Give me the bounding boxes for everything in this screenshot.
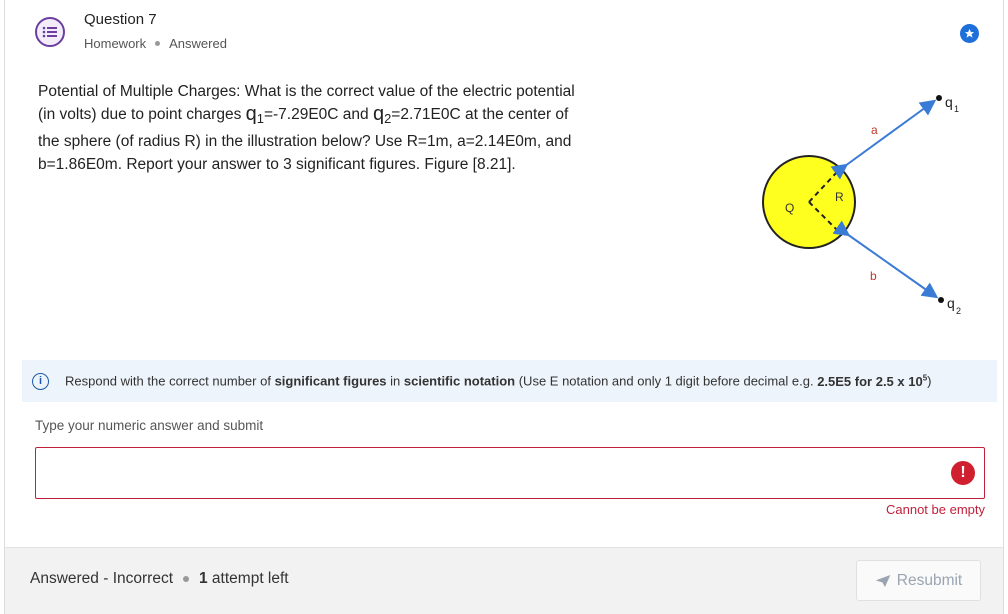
q2-symbol: q xyxy=(372,103,385,125)
info-close: ) xyxy=(927,373,932,389)
charge-figure: Q R a b q 1 q 2 xyxy=(757,84,987,324)
answer-label: Type your numeric answer and submit xyxy=(35,418,264,433)
label-a: a xyxy=(871,123,878,137)
info-example-text: 2.5E5 for 2.5 x 10 xyxy=(817,373,923,389)
send-icon xyxy=(875,574,891,587)
charge-q2-dot xyxy=(938,297,944,303)
error-message: Cannot be empty xyxy=(885,502,985,517)
question-title: Question 7 xyxy=(84,11,157,28)
question-type: Homework xyxy=(84,36,147,51)
attempts-left: 1 attempt left xyxy=(199,570,289,588)
status-text: Answered - Incorrect xyxy=(30,570,173,587)
arrow-b xyxy=(832,220,939,299)
label-q2: q xyxy=(947,295,955,311)
question-list-icon xyxy=(35,17,65,47)
bookmark-star-button[interactable] xyxy=(960,24,979,43)
question-state: Answered xyxy=(169,36,227,51)
star-icon xyxy=(964,28,975,38)
q1-symbol: q xyxy=(245,103,257,125)
prompt-text-2: =-7.29E0C and xyxy=(263,106,373,123)
info-mid: in xyxy=(386,373,404,389)
answer-input[interactable] xyxy=(35,447,985,499)
info-icon: i xyxy=(32,372,49,390)
label-q1-sub: 1 xyxy=(954,104,959,114)
status-line: Answered - Incorrect 1 attempt left xyxy=(30,570,289,588)
separator-dot xyxy=(183,576,189,582)
info-prefix: Respond with the correct number of xyxy=(65,373,275,389)
separator-dot xyxy=(155,41,161,46)
resubmit-button[interactable]: Resubmit xyxy=(856,560,981,601)
question-card: Question 7 Homework Answered Potential o… xyxy=(4,0,1004,614)
attempts-text: attempt left xyxy=(207,570,289,587)
label-q1: q xyxy=(945,94,953,110)
info-text: Respond with the correct number of signi… xyxy=(65,373,932,388)
resubmit-label: Resubmit xyxy=(896,571,963,589)
question-meta: Homework Answered xyxy=(84,36,227,51)
info-sigfigs: significant figures xyxy=(274,373,387,389)
info-example: 2.5E5 for 2.5 x 105 xyxy=(817,373,927,389)
label-r: R xyxy=(835,190,844,204)
error-icon: ! xyxy=(951,461,975,485)
label-b: b xyxy=(870,269,877,283)
q1-subscript: 1 xyxy=(256,111,264,127)
info-notation: scientific notation xyxy=(403,373,516,389)
info-suffix: (Use E notation and only 1 digit before … xyxy=(515,373,818,389)
info-banner: i Respond with the correct number of sig… xyxy=(22,360,997,402)
attempts-count: 1 xyxy=(199,570,208,587)
arrow-a xyxy=(830,99,937,180)
label-q: Q xyxy=(785,201,794,215)
footer-bar: Answered - Incorrect 1 attempt left Resu… xyxy=(5,547,1003,614)
charge-q1-dot xyxy=(936,95,942,101)
question-prompt: Potential of Multiple Charges: What is t… xyxy=(38,80,583,176)
label-q2-sub: 2 xyxy=(956,306,961,316)
